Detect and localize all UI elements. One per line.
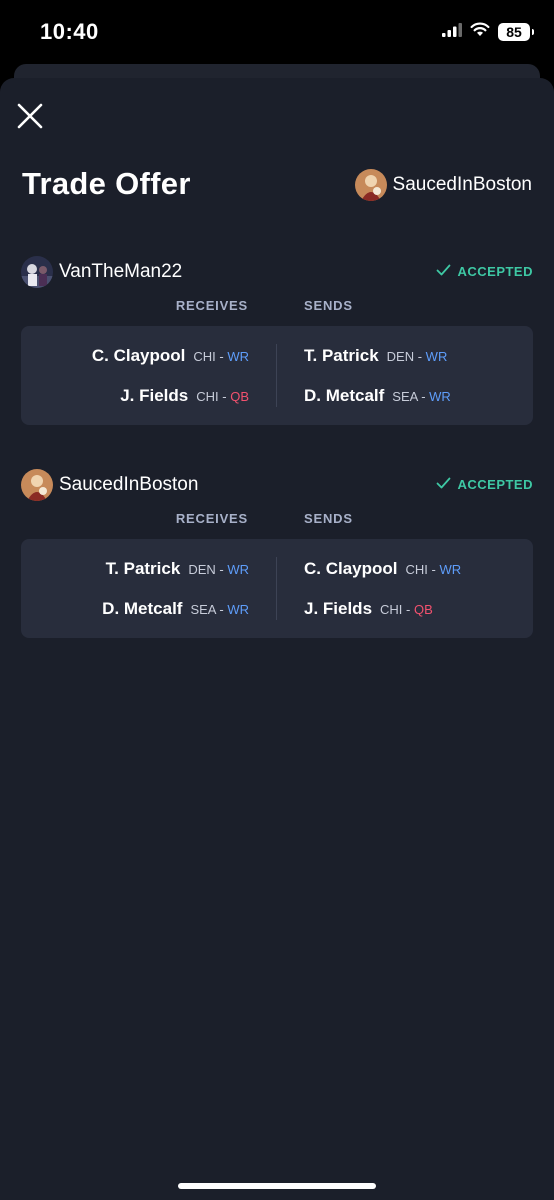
player-row[interactable]: C. Claypool CHI - WR (92, 344, 249, 368)
section-header: VanTheMan22 ACCEPTED (21, 256, 533, 290)
player-name: D. Metcalf (304, 386, 385, 405)
meta-separator: - (215, 348, 228, 364)
player-position: WR (425, 348, 448, 364)
player-name: T. Patrick (105, 559, 181, 578)
status-text: ACCEPTED (457, 477, 533, 492)
player-name: D. Metcalf (102, 599, 183, 618)
player-position: QB (413, 601, 433, 617)
player-row[interactable]: T. Patrick DEN - WR (304, 344, 447, 368)
player-position: QB (230, 388, 249, 404)
trade-card: T. Patrick DEN - WR D. Metcalf SEA - WR … (21, 539, 533, 638)
section-username: VanTheMan22 (59, 261, 183, 282)
player-position: WR (227, 601, 249, 617)
section-user[interactable]: SaucedInBoston (21, 469, 198, 501)
player-row[interactable]: J. Fields CHI - QB (120, 384, 249, 408)
check-icon (436, 477, 451, 492)
player-meta: SEA - WR (392, 389, 451, 404)
trade-side-saucedinboston: SaucedInBoston ACCEPTED RECEIVES SENDS T… (21, 469, 533, 638)
player-name: C. Claypool (304, 559, 398, 578)
meta-separator: - (215, 601, 228, 617)
trade-side-vantheman22: VanTheMan22 ACCEPTED RECEIVES SENDS C. C… (21, 256, 533, 425)
check-icon (436, 264, 451, 279)
player-row[interactable]: J. Fields CHI - QB (304, 597, 433, 621)
status-icons: 85 (442, 22, 534, 42)
avatar (21, 256, 53, 288)
player-position: WR (227, 348, 249, 364)
player-name: J. Fields (120, 386, 189, 405)
trade-card: C. Claypool CHI - WR J. Fields CHI - QB … (21, 326, 533, 425)
section-username: SaucedInBoston (59, 474, 199, 495)
player-row[interactable]: D. Metcalf SEA - WR (102, 597, 249, 621)
player-team: CHI (380, 601, 403, 617)
status-text: ACCEPTED (457, 264, 533, 279)
status-bar: 10:40 85 (0, 0, 554, 64)
sends-header: SENDS (304, 511, 353, 526)
meta-separator: - (215, 561, 228, 577)
trade-offer-sheet (0, 78, 554, 1200)
player-meta: CHI - QB (380, 602, 433, 617)
player-team: DEN (188, 561, 216, 577)
player-meta: DEN - WR (188, 562, 249, 577)
player-team: CHI (193, 348, 216, 364)
section-header: SaucedInBoston ACCEPTED (21, 469, 533, 503)
player-meta: CHI - WR (406, 562, 462, 577)
section-user[interactable]: VanTheMan22 (21, 256, 182, 288)
player-position: WR (439, 561, 462, 577)
sends-header: SENDS (304, 298, 353, 313)
battery-icon: 85 (498, 23, 534, 41)
player-team: CHI (196, 388, 219, 404)
close-button[interactable] (14, 100, 46, 132)
receives-header: RECEIVES (175, 298, 248, 313)
avatar (21, 469, 53, 501)
player-meta: CHI - QB (196, 389, 249, 404)
page-title: Trade Offer (22, 166, 191, 201)
player-row[interactable]: D. Metcalf SEA - WR (304, 384, 451, 408)
player-position: WR (429, 388, 451, 404)
player-row[interactable]: T. Patrick DEN - WR (106, 557, 249, 581)
meta-separator: - (427, 561, 440, 577)
status-badge: ACCEPTED (436, 477, 533, 492)
player-meta: DEN - WR (387, 349, 448, 364)
status-badge: ACCEPTED (436, 264, 533, 279)
signal-icon (442, 22, 462, 42)
meta-separator: - (218, 388, 231, 404)
column-headers: RECEIVES SENDS (21, 290, 533, 326)
home-indicator[interactable] (178, 1183, 376, 1189)
meta-separator: - (402, 601, 414, 617)
player-position: WR (227, 561, 249, 577)
player-name: T. Patrick (304, 346, 379, 365)
player-team: DEN (386, 348, 415, 364)
wifi-icon (470, 22, 490, 42)
close-icon (14, 103, 46, 136)
column-divider (276, 557, 277, 620)
counterparty-user[interactable]: SaucedInBoston (354, 169, 532, 201)
player-meta: SEA - WR (190, 602, 249, 617)
meta-separator: - (417, 388, 430, 404)
player-team: SEA (190, 601, 216, 617)
player-meta: CHI - WR (193, 349, 249, 364)
receives-header: RECEIVES (175, 511, 248, 526)
column-divider (276, 344, 277, 407)
counterparty-username: SaucedInBoston (392, 174, 532, 195)
player-team: CHI (405, 561, 428, 577)
player-row[interactable]: C. Claypool CHI - WR (304, 557, 461, 581)
status-time: 10:40 (40, 19, 99, 44)
column-headers: RECEIVES SENDS (21, 503, 533, 539)
player-name: J. Fields (304, 599, 373, 618)
meta-separator: - (414, 348, 426, 364)
player-team: SEA (392, 388, 418, 404)
avatar (354, 169, 387, 201)
player-name: C. Claypool (91, 346, 186, 365)
